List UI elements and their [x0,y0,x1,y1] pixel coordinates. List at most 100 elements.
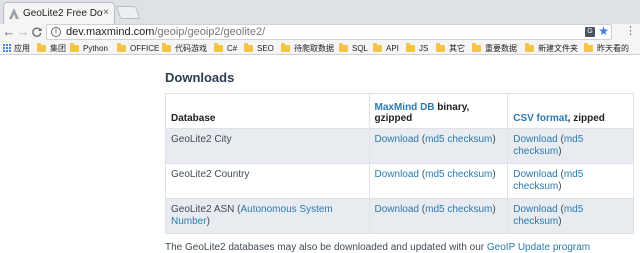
db-name: GeoLite2 City [165,128,370,164]
binary-cell: Download (md5 checksum) [368,128,509,164]
table-row: GeoLite2 ASN (Autonomous System Number) … [165,198,634,234]
csv-download-link[interactable]: Download [513,134,557,145]
translate-icon[interactable]: G [585,27,595,37]
footnote: The GeoLite2 databases may also be downl… [165,242,590,253]
bookmark-label: OFFICE [130,43,160,53]
maxmind-favicon-icon [9,8,19,19]
db-name-cell: GeoLite2 ASN (Autonomous System Number) [165,198,370,234]
db-name: GeoLite2 Country [165,163,370,199]
table-row: GeoLite2 Country Download (md5 checksum)… [165,163,634,199]
bookmark-apps[interactable]: 应用 [3,42,30,54]
bookmark-folder[interactable]: 待爬取数据 [281,42,334,54]
menu-icon[interactable]: ⋮ [625,24,636,39]
folder-icon [281,42,290,52]
bookmark-folder[interactable]: 昨天看的 [584,42,629,54]
downloads-table: Database MaxMind DB binary, gzipped CSV … [165,93,634,234]
binary-md5-link[interactable]: md5 checksum [425,134,492,145]
header-database: Database [165,93,370,129]
bookmark-folder[interactable]: 集团 [37,42,66,54]
folder-icon [37,42,46,52]
bookmark-label: 集团 [50,43,66,53]
bookmark-label: JS [419,43,429,53]
bookmarks-bar: 应用 集团 Python OFFICE 代码游戏 C# SEO 待爬取数据 SQ… [0,40,640,55]
bookmark-label: 重要数据 [485,43,517,53]
table-row: GeoLite2 City Download (md5 checksum) Do… [165,128,634,164]
bookmark-folder[interactable]: 新建文件夹 [525,42,578,54]
csv-cell: Download (md5 checksum) [507,198,634,234]
binary-cell: Download (md5 checksum) [368,198,509,234]
bookmark-label: SQL [352,43,369,53]
binary-download-link[interactable]: Download [375,134,419,145]
maxmind-db-link[interactable]: MaxMind DB [375,102,435,113]
bookmark-folder[interactable]: Python [70,42,108,54]
tab-close-icon[interactable]: × [103,8,109,18]
bookmark-label: C# [227,43,238,53]
bookmark-label: SEO [257,43,274,53]
binary-download-link[interactable]: Download [375,169,419,180]
footnote-text: The GeoLite2 databases may also be downl… [165,242,487,253]
new-tab-button[interactable] [115,6,141,19]
folder-icon [214,42,223,52]
bookmark-folder[interactable]: SEO [244,42,274,54]
apps-grid-icon [3,44,11,52]
header-csv: CSV format, zipped [507,93,634,129]
csv-format-link[interactable]: CSV format [513,113,567,124]
binary-md5-link[interactable]: md5 checksum [425,204,492,215]
folder-icon [117,42,126,52]
bookmark-folder[interactable]: JS [406,42,428,54]
bookmark-folder[interactable]: SQL [339,42,368,54]
header-binary: MaxMind DB binary, gzipped [368,93,509,129]
tab-title: GeoLite2 Free Downlo [23,8,103,19]
binary-cell: Download (md5 checksum) [368,163,509,199]
address-bar[interactable]: i dev.maxmind.com/geoip/geoip2/geolite2/… [46,24,612,40]
db-name: GeoLite2 ASN ( [171,204,241,215]
url-host: dev.maxmind.com [66,26,155,38]
folder-icon [584,42,593,52]
bookmark-label: 其它 [449,43,465,53]
bookmark-label: Python [83,43,108,53]
site-info-icon[interactable]: i [51,27,61,37]
bookmark-star-icon[interactable]: ★ [598,24,609,38]
bookmark-folder[interactable]: C# [214,42,237,54]
csv-download-link[interactable]: Download [513,169,557,180]
bookmark-label: API [386,43,399,53]
bookmark-label: 新建文件夹 [538,43,578,53]
back-button[interactable]: ← [2,24,16,40]
folder-icon [436,42,445,52]
csv-download-link[interactable]: Download [513,204,557,215]
bookmark-folder[interactable]: OFFICE [117,42,159,54]
tab-geolite2[interactable]: GeoLite2 Free Downlo × [3,2,115,24]
tab-strip: GeoLite2 Free Downlo × [0,0,640,24]
bookmark-label: 昨天看的 [597,43,629,53]
table-header-row: Database MaxMind DB binary, gzipped CSV … [165,93,634,129]
bookmark-label: 待爬取数据 [294,43,334,53]
folder-icon [339,42,348,52]
folder-icon [244,42,253,52]
folder-icon [373,42,382,52]
csv-cell: Download (md5 checksum) [507,163,634,199]
bookmark-folder[interactable]: 重要数据 [472,42,517,54]
page-content: Downloads Database MaxMind DB binary, gz… [0,56,640,253]
folder-icon [70,42,79,52]
geoip-update-link[interactable]: GeoIP Update program [487,242,590,253]
binary-download-link[interactable]: Download [375,204,419,215]
toolbar: ← → i dev.maxmind.com/geoip/geoip2/geoli… [0,24,640,40]
reload-button[interactable] [30,24,44,40]
forward-button[interactable]: → [16,24,30,40]
url-path: /geoip/geoip2/geolite2/ [154,26,266,38]
db-name-suffix: ) [206,216,210,227]
csv-cell: Download (md5 checksum) [507,128,634,164]
folder-icon [525,42,534,52]
folder-icon [162,42,171,52]
folder-icon [406,42,415,52]
binary-md5-link[interactable]: md5 checksum [425,169,492,180]
reload-icon [32,27,42,37]
bookmark-folder[interactable]: 代码游戏 [162,42,207,54]
folder-icon [472,42,481,52]
bookmark-folder[interactable]: API [373,42,399,54]
bookmark-label: 应用 [14,43,30,53]
header-csv-text: , zipped [567,113,605,124]
bookmark-label: 代码游戏 [175,43,207,53]
page-heading: Downloads [165,70,235,85]
bookmark-folder[interactable]: 其它 [436,42,465,54]
